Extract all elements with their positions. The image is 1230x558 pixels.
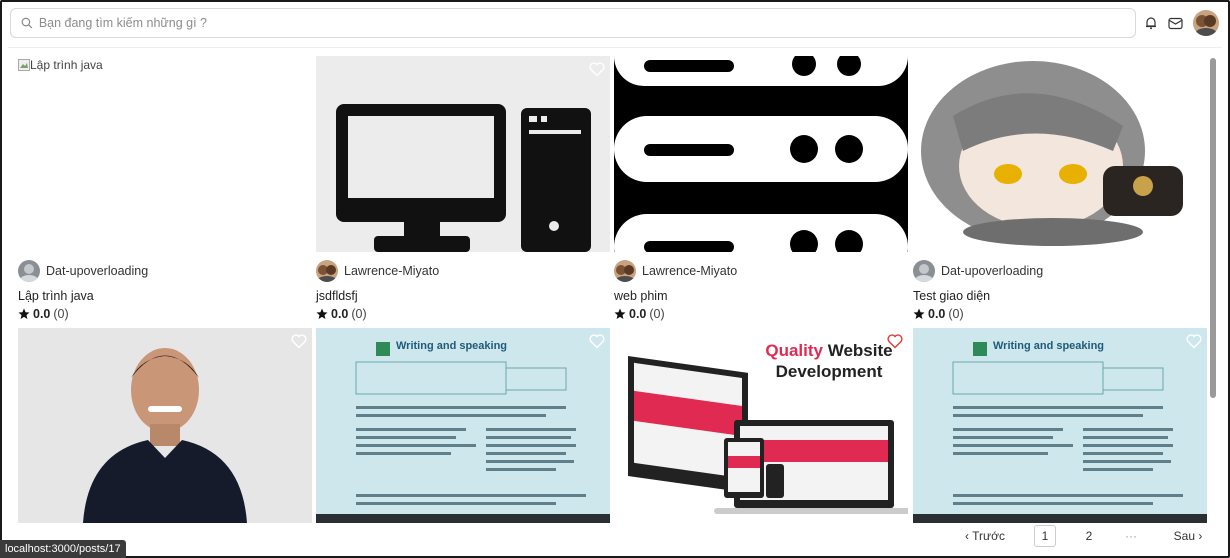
search-bar[interactable] xyxy=(10,8,1136,38)
heading-word-quality: Quality xyxy=(765,341,823,360)
rating-value: 0.0 xyxy=(629,307,647,321)
man-portrait-image xyxy=(18,328,312,523)
rating-value: 0.0 xyxy=(928,307,946,321)
post-rating: 0.0 (0) xyxy=(18,307,69,321)
post-title[interactable]: web phim xyxy=(614,289,668,303)
heart-icon[interactable] xyxy=(886,332,904,350)
heart-icon[interactable] xyxy=(1185,332,1203,350)
author-avatar xyxy=(316,260,338,282)
top-header xyxy=(8,8,1222,42)
star-icon xyxy=(913,308,925,319)
mail-icon[interactable] xyxy=(1166,14,1184,32)
post-title[interactable]: jsdfldsfj xyxy=(316,289,358,303)
post-title[interactable]: Test giao diện xyxy=(913,289,990,303)
computer-image xyxy=(316,56,610,252)
post-author[interactable]: Lawrence-Miyato xyxy=(614,259,737,283)
rating-count: (0) xyxy=(351,307,367,321)
post-author[interactable]: Lawrence-Miyato xyxy=(316,259,439,283)
post-thumbnail[interactable]: Writing and speaking xyxy=(316,328,610,523)
post-author[interactable]: Dat-upoverloading xyxy=(913,259,1043,283)
prev-page-button[interactable]: ‹ Trước xyxy=(960,525,1010,547)
search-icon xyxy=(21,17,33,29)
author-name: Lawrence-Miyato xyxy=(642,264,738,278)
author-avatar xyxy=(18,260,40,282)
rating-count: (0) xyxy=(948,307,964,321)
post-thumbnail[interactable]: Lập trình java xyxy=(18,56,312,252)
next-page-button[interactable]: Sau › xyxy=(1168,525,1208,547)
rating-value: 0.0 xyxy=(331,307,349,321)
worksheet-heading: Writing and speaking xyxy=(993,340,1105,352)
link-status-bar: localhost:3000/posts/17 xyxy=(0,540,126,558)
page-1-button[interactable]: 1 xyxy=(1034,525,1056,547)
rating-count: (0) xyxy=(53,307,69,321)
scrollbar-thumb[interactable] xyxy=(1210,58,1216,398)
post-thumbnail[interactable] xyxy=(18,328,312,523)
worksheet-photo xyxy=(316,328,610,523)
broken-image: Lập trình java xyxy=(18,58,103,72)
pagination-ellipsis: ··· xyxy=(1125,529,1137,543)
image-alt-text: Lập trình java xyxy=(30,58,103,72)
post-thumbnail[interactable]: Writing and speaking xyxy=(913,328,1207,523)
post-rating: 0.0 (0) xyxy=(913,307,964,321)
author-avatar xyxy=(614,260,636,282)
mockup-heading: Quality Website Development xyxy=(754,340,904,382)
author-name: Dat-upoverloading xyxy=(46,264,149,278)
post-thumbnail[interactable]: Quality Website Development xyxy=(614,328,908,523)
header-divider xyxy=(8,47,1222,48)
star-icon xyxy=(316,308,328,319)
user-avatar[interactable] xyxy=(1193,10,1219,36)
post-thumbnail[interactable] xyxy=(316,56,610,252)
post-title[interactable]: Lập trình java xyxy=(18,289,94,303)
post-rating: 0.0 (0) xyxy=(614,307,665,321)
heading-word-website: Website xyxy=(827,341,893,360)
author-avatar xyxy=(913,260,935,282)
heart-icon[interactable] xyxy=(588,60,606,78)
author-name: Dat-upoverloading xyxy=(941,264,1044,278)
server-image xyxy=(614,56,908,252)
heart-icon[interactable] xyxy=(886,60,904,78)
worksheet-photo xyxy=(913,328,1207,523)
post-thumbnail[interactable] xyxy=(614,56,908,252)
heart-icon[interactable] xyxy=(588,332,606,350)
heading-word-development: Development xyxy=(775,362,883,381)
worksheet-heading: Writing and speaking xyxy=(396,340,508,352)
star-icon xyxy=(18,308,30,319)
rating-value: 0.0 xyxy=(33,307,51,321)
anime-character-image xyxy=(913,56,1207,252)
bell-icon[interactable] xyxy=(1142,14,1160,32)
author-name: Lawrence-Miyato xyxy=(344,264,440,278)
search-input[interactable] xyxy=(38,16,1135,30)
star-icon xyxy=(614,308,626,319)
rating-count: (0) xyxy=(649,307,665,321)
post-thumbnail[interactable] xyxy=(913,56,1207,252)
post-author[interactable]: Dat-upoverloading xyxy=(18,259,148,283)
broken-image-icon xyxy=(18,59,30,71)
page-2-button[interactable]: 2 xyxy=(1078,525,1100,547)
heart-icon[interactable] xyxy=(290,332,308,350)
post-rating: 0.0 (0) xyxy=(316,307,367,321)
